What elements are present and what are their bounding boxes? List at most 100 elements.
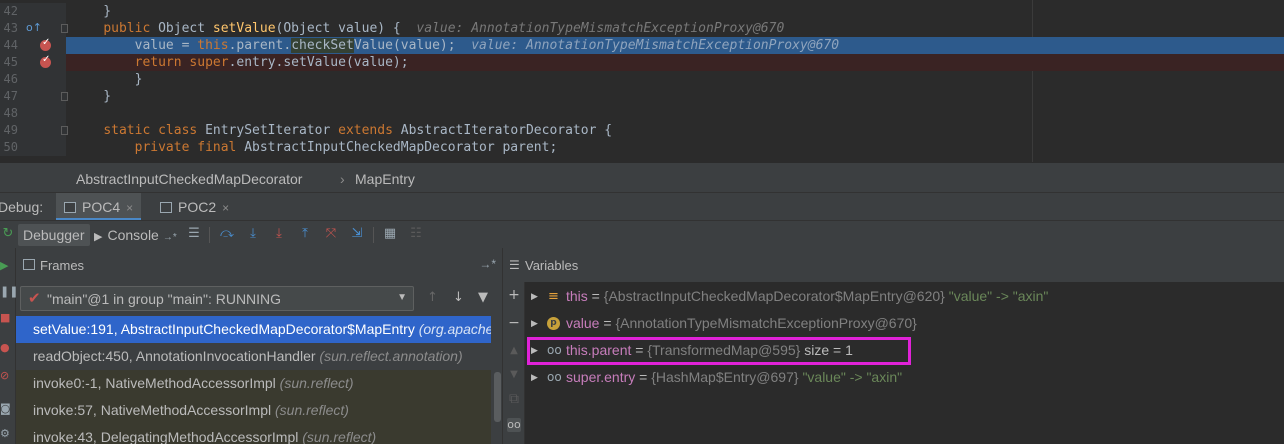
- remove-watch-icon[interactable]: −: [507, 316, 521, 330]
- previous-frame-icon[interactable]: ↑: [427, 290, 438, 305]
- breadcrumb-class[interactable]: AbstractInputCheckedMapDecorator: [76, 171, 302, 187]
- move-down-icon[interactable]: ▼: [507, 368, 521, 382]
- evaluate-expression-icon[interactable]: ▦: [382, 226, 398, 242]
- trace-icon[interactable]: ☷: [408, 226, 424, 242]
- tab-poc2[interactable]: POC2 ×: [152, 193, 237, 221]
- breadcrumb-member[interactable]: MapEntry: [355, 171, 415, 187]
- code-text: }: [72, 72, 143, 87]
- code-line-48[interactable]: 48: [0, 105, 1284, 122]
- frame-item[interactable]: setValue:191, AbstractInputCheckedMapDec…: [16, 316, 491, 343]
- pin-icon[interactable]: →*: [163, 232, 177, 243]
- step-out-icon[interactable]: ⤒: [297, 226, 313, 242]
- frame-package: (org.apache.commons.collections.map): [418, 321, 491, 337]
- override-method-icon[interactable]: o↑: [26, 22, 42, 33]
- tab-console[interactable]: ▶ Console →*: [89, 224, 182, 246]
- line-number: 43: [3, 21, 18, 35]
- code-line-47[interactable]: 47 }: [0, 88, 1284, 105]
- frames-title: Frames: [40, 258, 85, 273]
- settings-icon[interactable]: ⚙: [0, 428, 12, 440]
- expand-icon[interactable]: ▶: [531, 310, 538, 337]
- frame-package: (sun.reflect.annotation): [319, 348, 463, 364]
- gutter: 42: [0, 3, 66, 20]
- mute-breakpoints-icon[interactable]: ⊘: [0, 370, 12, 382]
- code-text: }: [72, 4, 112, 19]
- force-step-into-icon[interactable]: ⤓: [271, 226, 287, 242]
- run-to-cursor-icon[interactable]: ⇲: [349, 226, 365, 242]
- code-line-45[interactable]: 45 return super.entry.setValue(value);: [0, 54, 1284, 71]
- gutter: 45: [0, 54, 66, 71]
- run-config-icon: [160, 202, 172, 213]
- code-line-44-current[interactable]: 44 value = this.parent.checkSetValue(val…: [0, 37, 1284, 54]
- breakpoint-icon[interactable]: [40, 54, 51, 68]
- code-line-42[interactable]: 42 }: [0, 3, 1284, 20]
- frame-method: invoke0:-1, NativeMethodAccessorImpl: [33, 375, 280, 391]
- camera-icon[interactable]: ◙: [0, 403, 12, 415]
- frame-method: invoke:57, NativeMethodAccessorImpl: [33, 402, 275, 418]
- rerun-icon[interactable]: ↻: [0, 226, 16, 242]
- code-text: value = this.parent.checkSetValue(value)…: [134, 38, 840, 53]
- frame-method: invoke:43, DelegatingMethodAccessorImpl: [33, 429, 303, 444]
- fold-marker-icon[interactable]: [61, 126, 68, 135]
- view-breakpoints-icon[interactable]: ●: [0, 342, 12, 354]
- filter-icon[interactable]: ▼: [478, 290, 488, 305]
- code-text: static class EntrySetIterator extends Ab…: [103, 123, 613, 138]
- stop-icon[interactable]: ■: [0, 312, 12, 324]
- frame-item[interactable]: invoke0:-1, NativeMethodAccessorImpl (su…: [16, 370, 491, 397]
- drop-frame-icon[interactable]: ⤧: [323, 226, 339, 242]
- frame-package: (sun.reflect): [302, 429, 377, 444]
- line-number: 48: [3, 106, 18, 120]
- tab-debugger[interactable]: Debugger: [18, 224, 90, 246]
- close-icon[interactable]: ×: [222, 201, 229, 215]
- expand-icon[interactable]: ▶: [531, 364, 538, 391]
- thread-selector[interactable]: ✔ "main"@1 in group "main": RUNNING ▼: [20, 286, 414, 311]
- tab-label: POC4: [82, 199, 121, 215]
- frame-item[interactable]: invoke:43, DelegatingMethodAccessorImpl …: [16, 424, 491, 444]
- frame-item[interactable]: invoke:57, NativeMethodAccessorImpl (sun…: [16, 397, 491, 424]
- move-up-icon[interactable]: ▲: [507, 344, 521, 358]
- pin-icon[interactable]: →*: [479, 257, 496, 271]
- line-number: 44: [3, 38, 18, 52]
- show-execution-point-icon[interactable]: ☰: [186, 226, 202, 242]
- close-icon[interactable]: ×: [126, 201, 133, 215]
- expand-icon[interactable]: ▶: [531, 283, 538, 310]
- chevron-down-icon: ▼: [397, 292, 407, 303]
- toolbar-separator: [373, 227, 374, 243]
- frame-package: (sun.reflect): [275, 402, 349, 418]
- code-text: private final AbstractInputCheckedMapDec…: [134, 140, 558, 155]
- thread-label: "main"@1 in group "main": RUNNING: [47, 291, 282, 307]
- run-config-icon: [64, 202, 76, 213]
- code-line-46[interactable]: 46 }: [0, 71, 1284, 88]
- frame-item[interactable]: readObject:450, AnnotationInvocationHand…: [16, 343, 491, 370]
- next-frame-icon[interactable]: ↓: [453, 290, 464, 305]
- code-line-49[interactable]: 49 static class EntrySetIterator extends…: [0, 122, 1284, 139]
- frames-scrollbar[interactable]: [494, 372, 501, 422]
- fold-marker-icon[interactable]: [61, 24, 68, 33]
- code-line-50[interactable]: 50 private final AbstractInputCheckedMap…: [0, 139, 1284, 156]
- tab-poc4[interactable]: POC4 ×: [56, 193, 142, 221]
- fold-marker-icon[interactable]: [61, 92, 68, 101]
- step-into-icon[interactable]: ⤓: [245, 226, 261, 242]
- breadcrumb-separator: ›: [340, 171, 345, 187]
- gutter: 50: [0, 139, 66, 156]
- copy-icon[interactable]: ⧉: [507, 392, 521, 406]
- toolbar-separator: [209, 227, 210, 243]
- variable-row-value[interactable]: ▶ p value = {AnnotationTypeMismatchExcep…: [525, 310, 1284, 337]
- line-number: 45: [3, 55, 18, 69]
- variables-icon: ☰: [509, 258, 520, 272]
- watches-glasses-icon[interactable]: oo: [507, 418, 521, 432]
- step-over-icon[interactable]: ⤼: [219, 226, 235, 242]
- debug-tool-header: Debug: POC4 × POC2 ×: [0, 192, 1284, 221]
- add-watch-icon[interactable]: +: [507, 288, 521, 302]
- gutter: 43 o↑: [0, 20, 68, 37]
- pause-icon[interactable]: ❚❚: [0, 286, 18, 298]
- gutter: 48: [0, 105, 66, 122]
- variable-row-this[interactable]: ▶ ≡ this = {AbstractInputCheckedMapDecor…: [525, 283, 1284, 310]
- tab-label: POC2: [178, 199, 217, 215]
- breakpoint-icon[interactable]: [40, 37, 51, 51]
- code-line-43[interactable]: 43 o↑ public Object setValue(Object valu…: [0, 20, 1284, 37]
- code-editor[interactable]: 42 } 43 o↑ public Object setValue(Object…: [0, 0, 1284, 162]
- gutter: 47: [0, 88, 68, 105]
- variable-text: this = {AbstractInputCheckedMapDecorator…: [566, 288, 1049, 304]
- variable-row-super-entry[interactable]: ▶ oo super.entry = {HashMap$Entry@697} "…: [525, 364, 1284, 391]
- resume-icon[interactable]: ▶: [0, 260, 12, 272]
